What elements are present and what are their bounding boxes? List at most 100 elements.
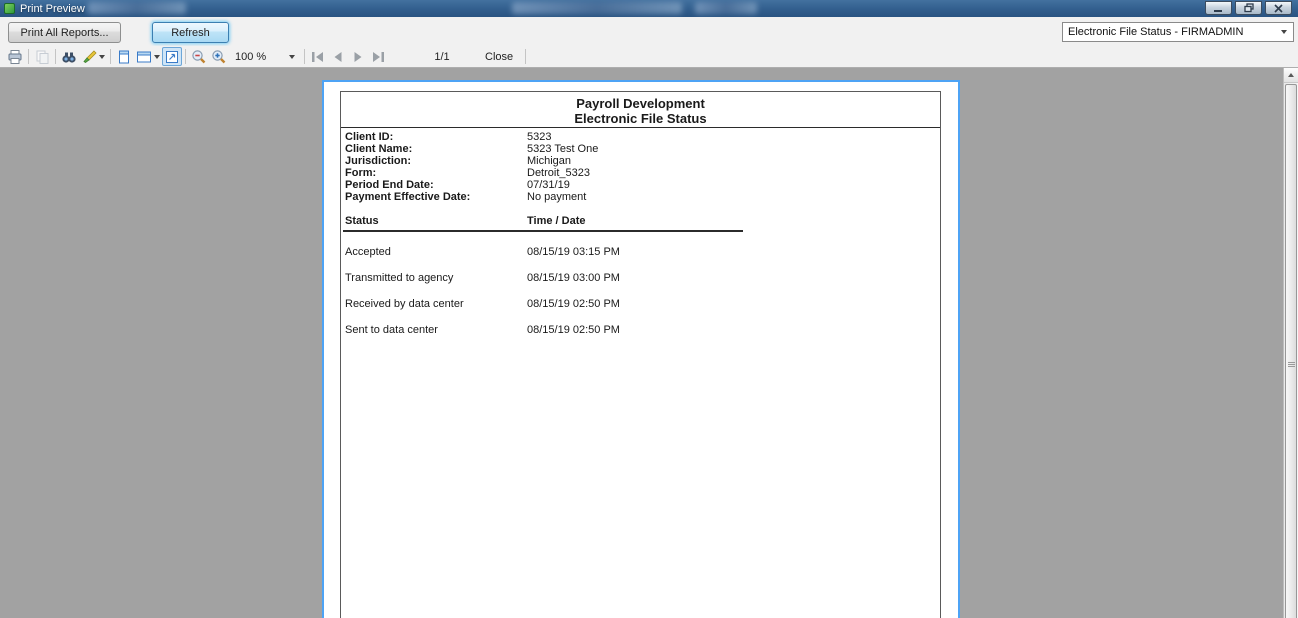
field-value: Michigan bbox=[527, 155, 572, 167]
redacted-title-text bbox=[512, 2, 682, 14]
scrollbar-thumb[interactable] bbox=[1285, 84, 1297, 618]
wide-page-icon bbox=[137, 51, 151, 62]
chevron-down-icon bbox=[99, 54, 105, 59]
previous-page-icon bbox=[334, 51, 342, 62]
toolbar-separator bbox=[110, 49, 111, 64]
fit-page-button[interactable] bbox=[162, 47, 182, 66]
preview-toolbar: 100 % 1/1 Close bbox=[0, 46, 1298, 68]
first-page-icon bbox=[312, 51, 323, 62]
command-bar: Print All Reports... Refresh Electronic … bbox=[0, 17, 1298, 46]
copy-pages-icon bbox=[36, 50, 49, 64]
app-icon bbox=[4, 3, 15, 14]
fit-page-icon bbox=[166, 50, 178, 63]
zoom-in-button[interactable] bbox=[209, 48, 229, 66]
toolbar-separator bbox=[28, 49, 29, 64]
report-header: Payroll Development Electronic File Stat… bbox=[341, 92, 940, 128]
next-page-icon bbox=[354, 51, 362, 62]
next-page-button[interactable] bbox=[348, 48, 368, 66]
field-client-name: Client Name: 5323 Test One bbox=[345, 143, 940, 155]
time-date-value: 08/15/19 02:50 PM bbox=[527, 324, 620, 336]
status-value: Sent to data center bbox=[345, 324, 438, 336]
fit-width-button[interactable] bbox=[134, 48, 162, 66]
page-indicator: 1/1 bbox=[434, 50, 450, 63]
thumb-grip bbox=[1287, 365, 1295, 367]
scroll-up-button[interactable] bbox=[1284, 68, 1298, 83]
field-value: 07/31/19 bbox=[527, 179, 570, 191]
field-label: Period End Date: bbox=[345, 179, 434, 191]
report-selector-dropdown[interactable]: Electronic File Status - FIRMADMIN bbox=[1062, 22, 1294, 42]
up-arrow-icon bbox=[1288, 73, 1294, 77]
redacted-title-text bbox=[695, 2, 757, 14]
vertical-scrollbar[interactable] bbox=[1283, 68, 1298, 618]
close-window-button[interactable] bbox=[1265, 1, 1292, 15]
last-page-icon bbox=[373, 51, 384, 62]
toolbar-separator bbox=[304, 49, 305, 64]
field-value: No payment bbox=[527, 191, 587, 203]
find-button[interactable] bbox=[59, 48, 79, 66]
field-label: Client Name: bbox=[345, 143, 413, 155]
window-controls bbox=[1205, 1, 1292, 15]
refresh-button[interactable]: Refresh bbox=[152, 22, 229, 43]
field-label: Client ID: bbox=[345, 131, 394, 143]
chevron-down-icon bbox=[1281, 30, 1287, 34]
first-page-button[interactable] bbox=[308, 48, 328, 66]
zoom-level-value[interactable]: 100 % bbox=[235, 51, 281, 63]
time-date-value: 08/15/19 03:15 PM bbox=[527, 246, 620, 258]
previous-page-button[interactable] bbox=[328, 48, 348, 66]
thumb-grip bbox=[1287, 363, 1295, 365]
toolbar-separator bbox=[185, 49, 186, 64]
single-page-icon bbox=[119, 50, 129, 63]
status-value: Accepted bbox=[345, 246, 391, 258]
print-all-reports-button[interactable]: Print All Reports... bbox=[8, 22, 121, 43]
toolbar-separator bbox=[525, 49, 527, 64]
window-title: Print Preview bbox=[20, 2, 85, 15]
field-payment-effective-date: Payment Effective Date: No payment bbox=[345, 191, 940, 203]
close-preview-button[interactable]: Close bbox=[476, 49, 522, 65]
report-page[interactable]: Payroll Development Electronic File Stat… bbox=[322, 80, 960, 618]
table-header-rule bbox=[343, 230, 743, 232]
field-form: Form: Detroit_5323 bbox=[345, 167, 940, 179]
field-label: Form: bbox=[345, 167, 377, 179]
field-label: Jurisdiction: bbox=[345, 155, 412, 167]
report-title-line2: Electronic File Status bbox=[574, 111, 707, 126]
field-value: 5323 Test One bbox=[527, 143, 599, 155]
export-button[interactable] bbox=[79, 48, 107, 66]
status-row: Sent to data center 08/15/19 02:50 PM bbox=[341, 324, 940, 336]
copy-button bbox=[32, 48, 52, 66]
restore-button[interactable] bbox=[1235, 1, 1262, 15]
status-column-header: Status bbox=[345, 215, 379, 227]
field-client-id: Client ID: 5323 bbox=[345, 131, 940, 143]
binoculars-icon bbox=[62, 52, 76, 63]
highlighter-pen-icon bbox=[83, 49, 97, 63]
zoom-out-button[interactable] bbox=[189, 48, 209, 66]
zoom-in-icon bbox=[212, 49, 226, 63]
field-jurisdiction: Jurisdiction: Michigan bbox=[345, 155, 940, 167]
report-fields: Client ID: 5323 Client Name: 5323 Test One… bbox=[341, 128, 940, 203]
last-page-button[interactable] bbox=[368, 48, 388, 66]
status-row: Transmitted to agency 08/15/19 03:00 PM bbox=[341, 272, 940, 284]
minimize-button[interactable] bbox=[1205, 1, 1232, 15]
status-value: Received by data center bbox=[345, 298, 464, 310]
field-period-end-date: Period End Date: 07/31/19 bbox=[345, 179, 940, 191]
print-button[interactable] bbox=[5, 48, 25, 66]
field-value: 5323 bbox=[527, 131, 552, 143]
zoom-dropdown-caret[interactable] bbox=[289, 54, 295, 59]
time-date-value: 08/15/19 02:50 PM bbox=[527, 298, 620, 310]
time-date-column-header: Time / Date bbox=[527, 215, 586, 227]
field-label: Payment Effective Date: bbox=[345, 191, 471, 203]
report-content: Payroll Development Electronic File Stat… bbox=[340, 91, 941, 618]
time-date-value: 08/15/19 03:00 PM bbox=[527, 272, 620, 284]
printer-icon bbox=[8, 49, 22, 64]
field-value: Detroit_5323 bbox=[527, 167, 590, 179]
status-value: Transmitted to agency bbox=[345, 272, 454, 284]
status-row: Accepted 08/15/19 03:15 PM bbox=[341, 246, 940, 258]
report-selector-value: Electronic File Status - FIRMADMIN bbox=[1068, 26, 1244, 38]
report-title-line1: Payroll Development bbox=[576, 96, 705, 111]
title-bar: Print Preview bbox=[0, 0, 1298, 17]
redacted-title-text bbox=[88, 2, 186, 14]
actual-size-button[interactable] bbox=[114, 48, 134, 66]
status-table-header: Status Time / Date bbox=[341, 215, 940, 227]
chevron-down-icon bbox=[154, 54, 160, 59]
thumb-grip bbox=[1287, 361, 1295, 363]
preview-workspace: Payroll Development Electronic File Stat… bbox=[0, 68, 1298, 618]
